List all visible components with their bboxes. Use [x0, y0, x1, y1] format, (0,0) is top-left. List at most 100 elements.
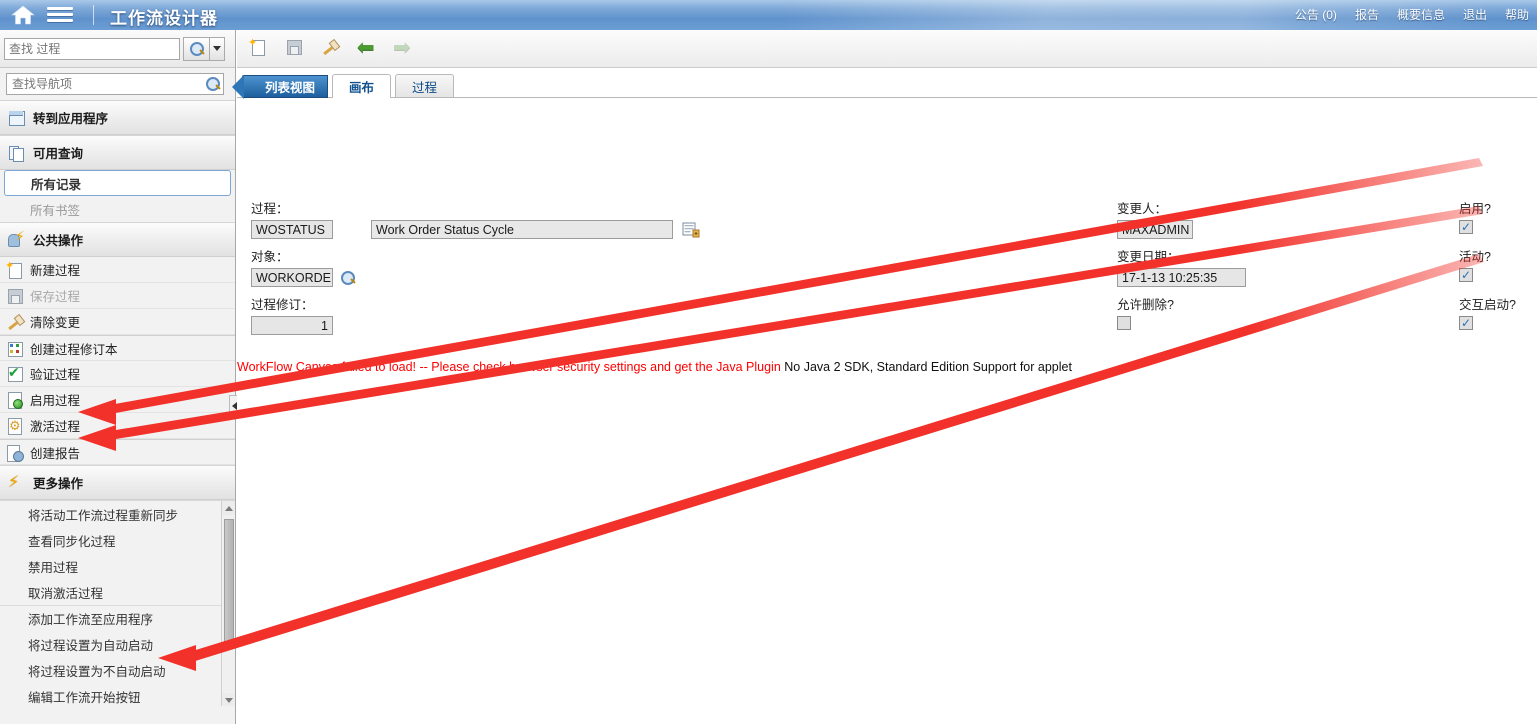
action-label: 激活过程	[30, 420, 81, 434]
more-action-disable-process[interactable]: 禁用过程	[0, 553, 235, 579]
person-bolt-icon	[8, 228, 25, 248]
field-object: 对象： WORKORDE	[251, 246, 355, 287]
more-action-label: 取消激活过程	[28, 586, 104, 601]
more-action-label: 将过程设置为不自动启动	[28, 664, 166, 679]
detail-menu-icon[interactable]	[682, 221, 700, 238]
tab-process[interactable]: 过程	[395, 74, 455, 98]
sidebar-item-available-queries[interactable]: 可用查询	[0, 136, 235, 170]
sidebar-item-all-bookmarks[interactable]: 所有书签	[0, 196, 235, 222]
error-message-red: WorkFlow Canvas failed to load! -- Pleas…	[237, 360, 781, 374]
chevron-left-icon	[231, 402, 237, 410]
nav-bulletin[interactable]: 公告 (0)	[1295, 6, 1337, 23]
nav-search-icon[interactable]	[206, 77, 220, 91]
more-action-add-workflow-to-app[interactable]: 添加工作流至应用程序	[0, 605, 235, 631]
enabled-checkbox[interactable]: ✓	[1459, 220, 1473, 234]
document-green-dot-icon	[6, 391, 23, 409]
hamburger-menu-icon[interactable]	[47, 7, 73, 24]
revision-input[interactable]: 1	[251, 316, 333, 335]
app-title: 工作流设计器	[110, 9, 218, 28]
tab-label: 画布	[349, 81, 375, 95]
nav-help[interactable]: 帮助	[1505, 6, 1529, 23]
more-actions-scrollbar[interactable]	[221, 501, 235, 706]
action-new-process[interactable]: 新建过程	[0, 257, 235, 283]
process-id-input[interactable]: WOSTATUS	[251, 220, 333, 239]
allow-delete-checkbox[interactable]	[1117, 316, 1131, 330]
canvas-error-message: WorkFlow Canvas failed to load! -- Pleas…	[237, 360, 1072, 374]
more-action-set-process-autoinitiate[interactable]: 将过程设置为自动启动	[0, 631, 235, 657]
action-save-process: 保存过程	[0, 283, 235, 309]
field-label: 变更日期：	[1117, 250, 1180, 264]
object-input[interactable]: WORKORDE	[251, 268, 333, 287]
action-enable-process[interactable]: 启用过程	[0, 387, 235, 413]
pages-icon	[8, 144, 25, 162]
action-validate-process[interactable]: 验证过程	[0, 361, 235, 387]
nav-reports[interactable]: 报告	[1355, 6, 1379, 23]
more-action-deactivate-process[interactable]: 取消激活过程	[0, 579, 235, 605]
field-active: 活动? ✓	[1459, 246, 1491, 282]
sidebar-subitem-label: 所有书签	[30, 203, 81, 218]
banner-divider	[93, 5, 94, 25]
field-change-date: 变更日期： 17-1-13 10:25:35	[1117, 246, 1246, 287]
action-create-report[interactable]: 创建报告	[0, 439, 235, 465]
sidebar-item-common-actions[interactable]: 公共操作	[0, 223, 235, 257]
nav-profile[interactable]: 概要信息	[1397, 6, 1445, 23]
sidebar: 转到应用程序 可用查询 所有记录 所有书签 公共操作 新建过程 保存过程 清	[0, 30, 236, 724]
process-search-row	[0, 30, 235, 68]
clear-changes-icon[interactable]	[321, 38, 343, 60]
nav-search-row	[0, 68, 235, 100]
previous-icon[interactable]: ⬅	[357, 37, 379, 60]
brush-icon	[6, 313, 23, 330]
nav-signout[interactable]: 退出	[1463, 6, 1487, 23]
more-action-label: 添加工作流至应用程序	[28, 613, 154, 627]
more-action-view-sync-process[interactable]: 查看同步化过程	[0, 527, 235, 553]
main-content: ⬅ ➡ 列表视图 画布 过程 过程： WOSTATUS Work Order S…	[229, 30, 1537, 724]
content-toolbar: ⬅ ➡	[237, 30, 1537, 68]
tab-label: 过程	[412, 81, 438, 95]
sidebar-item-all-records[interactable]: 所有记录	[4, 170, 231, 196]
interactive-start-checkbox[interactable]: ✓	[1459, 316, 1473, 330]
nav-search-input[interactable]	[6, 73, 224, 95]
tab-label: 列表视图	[265, 81, 316, 95]
banner-nav: 公告 (0) 报告 概要信息 退出 帮助	[1295, 6, 1529, 23]
sidebar-item-goto-application[interactable]: 转到应用程序	[0, 101, 235, 135]
object-lookup-icon[interactable]	[341, 270, 355, 285]
process-search-button[interactable]	[183, 36, 209, 61]
tab-bar: 列表视图 画布 过程	[231, 68, 1537, 99]
more-action-resync-active-workflow[interactable]: 将活动工作流过程重新同步	[0, 501, 235, 527]
more-action-label: 将活动工作流过程重新同步	[28, 508, 179, 523]
new-process-icon[interactable]	[249, 38, 271, 60]
action-create-process-revision[interactable]: 创建过程修订本	[0, 335, 235, 361]
sidebar-group-goto-app: 转到应用程序	[0, 100, 235, 135]
more-action-set-process-not-autoinitiate[interactable]: 将过程设置为不自动启动	[0, 657, 235, 683]
action-activate-process[interactable]: 激活过程	[0, 413, 235, 439]
scroll-up-button[interactable]	[222, 501, 235, 515]
tab-list-view[interactable]: 列表视图	[231, 75, 329, 99]
app-banner: 工作流设计器 公告 (0) 报告 概要信息 退出 帮助	[0, 0, 1537, 30]
sidebar-item-more-actions[interactable]: 更多操作	[0, 466, 235, 500]
scrollbar-thumb[interactable]	[224, 519, 234, 649]
action-clear-changes[interactable]: 清除变更	[0, 309, 235, 335]
field-label: 变更人：	[1117, 202, 1168, 216]
process-description-input[interactable]: Work Order Status Cycle	[371, 220, 673, 239]
tab-canvas[interactable]: 画布	[332, 74, 392, 99]
chevron-up-icon	[224, 505, 233, 511]
scroll-down-button[interactable]	[222, 693, 235, 706]
checkmark-icon	[6, 364, 23, 382]
changed-by-input[interactable]: MAXADMIN	[1117, 220, 1193, 239]
action-label: 新建过程	[30, 264, 81, 278]
sidebar-item-label: 转到应用程序	[33, 112, 109, 126]
field-process: 过程： WOSTATUS Work Order Status Cycle	[251, 198, 700, 239]
sidebar-item-label: 可用查询	[33, 147, 84, 161]
field-label: 允许删除?	[1117, 298, 1174, 312]
more-action-edit-workflow-start-button[interactable]: 编辑工作流开始按钮	[0, 683, 235, 706]
process-search-dropdown-button[interactable]	[209, 36, 225, 61]
active-checkbox[interactable]: ✓	[1459, 268, 1473, 282]
action-label: 验证过程	[30, 368, 81, 382]
field-label: 活动?	[1459, 250, 1491, 264]
home-icon[interactable]	[10, 4, 36, 26]
change-date-input[interactable]: 17-1-13 10:25:35	[1117, 268, 1246, 287]
bolt-icon	[8, 472, 25, 492]
process-search-input[interactable]	[4, 37, 180, 60]
field-label: 过程：	[251, 202, 289, 216]
field-label: 对象：	[251, 250, 289, 264]
